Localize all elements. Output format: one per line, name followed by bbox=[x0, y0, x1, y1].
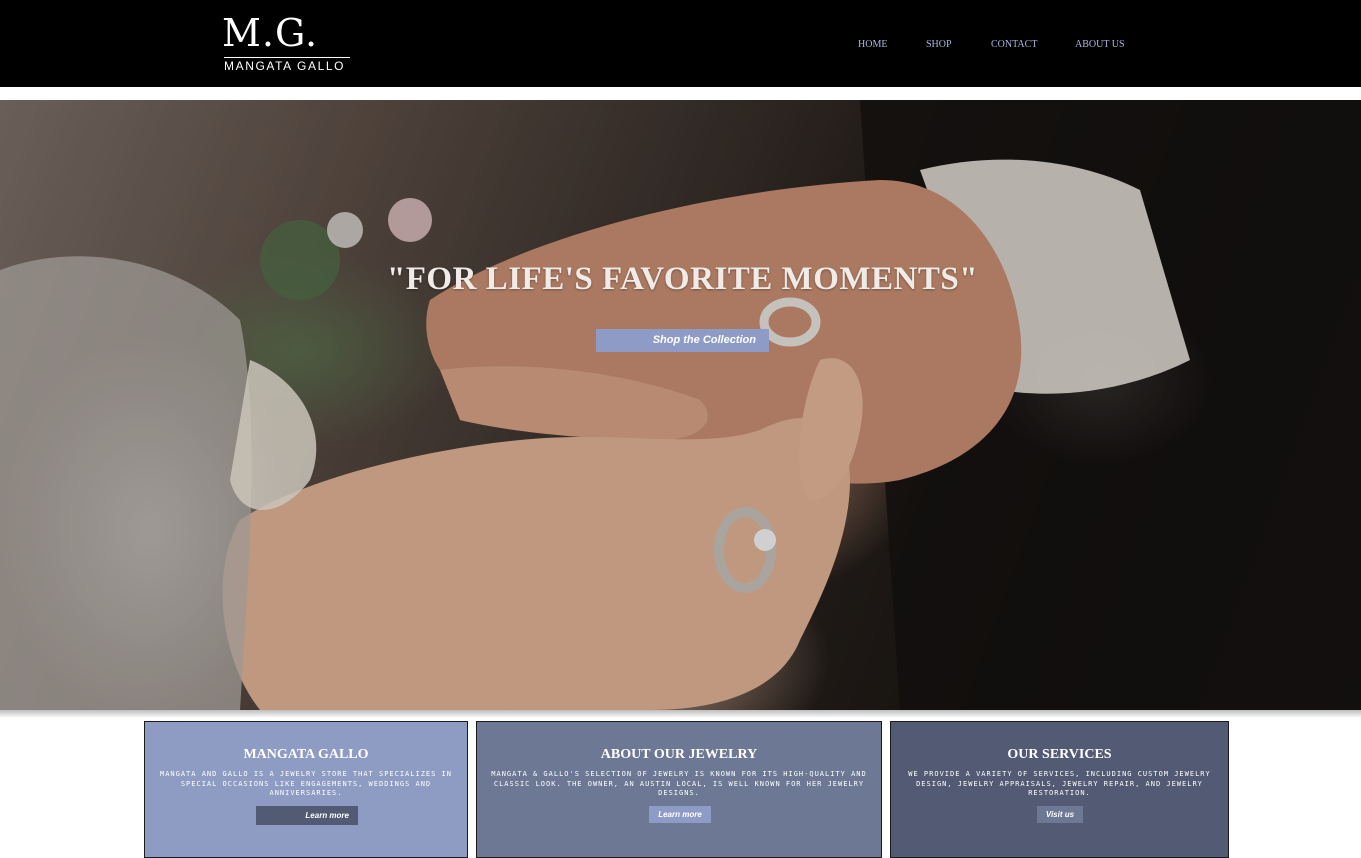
nav-contact[interactable]: CONTACT bbox=[991, 38, 1037, 52]
card-title: OUR SERVICES bbox=[1007, 747, 1112, 762]
card-description: WE PROVIDE A VARIETY OF SERVICES, INCLUD… bbox=[908, 770, 1211, 797]
logo-wordmark: MANGATA GALLO bbox=[224, 59, 346, 73]
learn-more-button[interactable]: Learn more bbox=[649, 806, 711, 823]
card-title: ABOUT OUR JEWELRY bbox=[600, 747, 758, 762]
site-header: M.G. MANGATA GALLO HOME SHOP CONTACT ABO… bbox=[0, 0, 1361, 87]
card-about-jewelry: ABOUT OUR JEWELRY MANGATA & GALLO'S SELE… bbox=[476, 721, 882, 858]
hero-shadow bbox=[0, 710, 1361, 718]
learn-more-button[interactable]: Learn more bbox=[256, 806, 358, 825]
hero-banner: "FOR LIFE'S FAVORITE MOMENTS" Shop the C… bbox=[0, 100, 1361, 710]
card-mangata-gallo: MANGATA GALLO MANGATA AND GALLO IS A JEW… bbox=[144, 721, 468, 858]
hero-overlay bbox=[0, 100, 1361, 710]
card-description: MANGATA & GALLO'S SELECTION OF JEWELRY I… bbox=[491, 770, 867, 797]
hero-title: "FOR LIFE'S FAVORITE MOMENTS" bbox=[386, 261, 979, 297]
shop-collection-button[interactable]: Shop the Collection bbox=[596, 329, 769, 352]
header-divider bbox=[0, 87, 1361, 100]
logo-divider bbox=[224, 57, 350, 58]
visit-us-button[interactable]: Visit us bbox=[1037, 806, 1083, 823]
nav-about-us[interactable]: ABOUT US bbox=[1075, 38, 1125, 52]
card-description: MANGATA AND GALLO IS A JEWELRY STORE THA… bbox=[159, 770, 452, 797]
nav-shop[interactable]: SHOP bbox=[926, 38, 952, 52]
nav-home[interactable]: HOME bbox=[858, 38, 887, 52]
main-nav: HOME SHOP CONTACT ABOUT US bbox=[0, 38, 1361, 52]
card-title: MANGATA GALLO bbox=[243, 747, 369, 762]
card-services: OUR SERVICES WE PROVIDE A VARIETY OF SER… bbox=[890, 721, 1229, 858]
